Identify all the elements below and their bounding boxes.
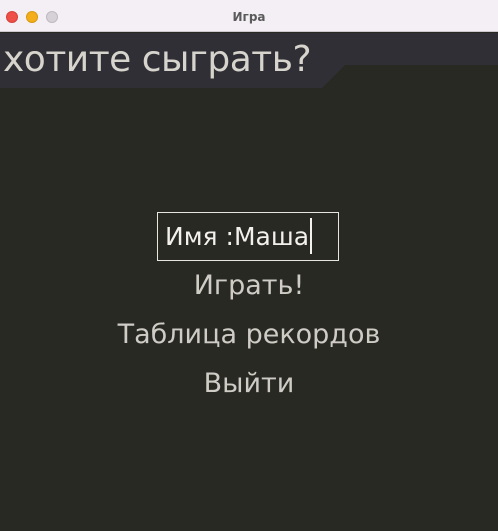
header-banner: хотите сыграть? — [0, 33, 498, 88]
banner-prompt-text: хотите сыграть? — [3, 39, 312, 80]
play-button[interactable]: Играть! — [0, 270, 498, 301]
player-name-input[interactable]: Имя :Маша — [157, 212, 339, 261]
game-window: Игра хотите сыграть? Имя :Маша Играть! Т… — [0, 0, 498, 531]
title-bar[interactable]: Игра — [0, 0, 498, 32]
high-scores-button[interactable]: Таблица рекордов — [0, 319, 498, 350]
text-cursor — [310, 218, 313, 254]
window-title: Игра — [232, 10, 266, 24]
quit-button[interactable]: Выйти — [0, 368, 498, 399]
name-input-value: Маша — [233, 222, 310, 251]
name-input-label: Имя : — [165, 222, 234, 251]
